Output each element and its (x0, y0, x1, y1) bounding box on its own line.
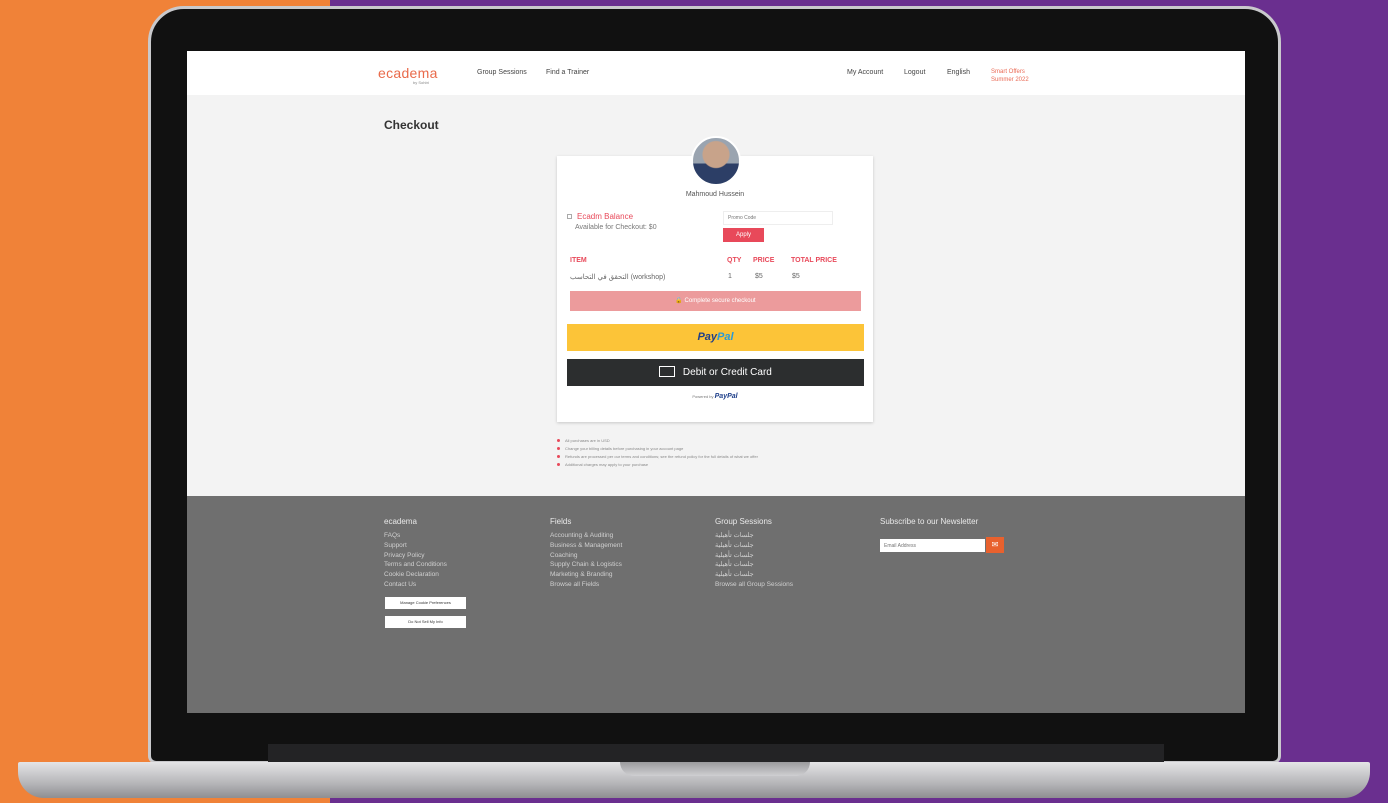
send-icon: ✉ (991, 540, 999, 549)
footer-link[interactable]: جلسات تأهيلية (715, 551, 793, 561)
credit-title: Ecadm Balance (577, 212, 634, 221)
footer-link-faqs[interactable]: FAQs (384, 531, 447, 541)
powered-by-paypal: Powered by PayPal (557, 393, 873, 400)
paypal-logo-pal: Pal (717, 331, 734, 343)
trainer-name[interactable]: Mahmoud Hussein (557, 191, 873, 198)
laptop-notch (620, 762, 810, 776)
site-logo[interactable]: ecadema (378, 65, 438, 81)
promo-line-1: Smart Offers (991, 69, 1025, 75)
promo-line-2: Summer 2022 (991, 77, 1029, 83)
footer-link[interactable]: جلسات تأهيلية (715, 531, 793, 541)
footer-link-contact[interactable]: Contact Us (384, 580, 447, 590)
apply-button[interactable]: Apply (723, 228, 764, 242)
complete-checkout-button[interactable]: 🔒 Complete secure checkout (570, 291, 861, 311)
footer-col-fields: Fields Accounting & Auditing Business & … (550, 517, 622, 590)
do-not-sell-button[interactable]: Do Not Sell My Info (385, 616, 466, 628)
top-navbar: ecadema by Sohbt Group Sessions Find a T… (187, 51, 1245, 95)
footer-link[interactable]: Coaching (550, 551, 622, 561)
powered-by-brand: PayPal (714, 393, 738, 400)
footer-link[interactable]: Browse all Fields (550, 580, 622, 590)
footer-col-group-sessions: Group Sessions جلسات تأهيلية جلسات تأهيل… (715, 517, 793, 590)
logo-subtitle: by Sohbt (413, 80, 429, 85)
note-item: Change your billing details before purch… (557, 445, 877, 453)
powered-by-label: Powered by (692, 394, 714, 399)
table-header-qty: QTY (727, 257, 742, 264)
footer-link[interactable]: جلسات تأهيلية (715, 570, 793, 580)
table-cell-qty: 1 (728, 273, 732, 280)
note-item: Additional charges may apply to your pur… (557, 461, 877, 469)
nav-promo[interactable]: Smart Offers Summer 2022 (991, 68, 1029, 84)
promo-code-input[interactable] (723, 211, 833, 225)
table-cell-total: $5 (792, 273, 800, 280)
footer-col-newsletter: Subscribe to our Newsletter (880, 517, 978, 531)
paypal-button[interactable]: PayPal (567, 324, 864, 351)
table-header-item: ITEM (570, 257, 587, 264)
newsletter-submit-button[interactable]: ✉ (986, 537, 1004, 553)
footer-heading: Group Sessions (715, 517, 772, 526)
checkout-notes: All purchases are in USD Change your bil… (557, 437, 877, 469)
nav-language[interactable]: English (947, 69, 970, 76)
debit-credit-card-label: Debit or Credit Card (682, 367, 772, 378)
debit-credit-card-button[interactable]: Debit or Credit Card (567, 359, 864, 386)
footer-link[interactable]: Browse all Group Sessions (715, 580, 793, 590)
note-item: Refunds are processed per our terms and … (557, 453, 877, 461)
footer-link-privacy[interactable]: Privacy Policy (384, 551, 447, 561)
footer-heading: ecadema (384, 517, 417, 526)
note-item: All purchases are in USD (557, 437, 877, 445)
footer-link[interactable]: جلسات تأهيلية (715, 560, 793, 570)
footer-link[interactable]: Accounting & Auditing (550, 531, 622, 541)
laptop-hinge (268, 744, 1164, 762)
footer-link-terms[interactable]: Terms and Conditions (384, 560, 447, 570)
footer-link-cookies[interactable]: Cookie Declaration (384, 570, 447, 580)
credit-checkbox[interactable] (567, 214, 572, 219)
footer-heading: Fields (550, 517, 572, 526)
site-footer: ecadema FAQs Support Privacy Policy Term… (187, 496, 1245, 713)
nav-logout[interactable]: Logout (904, 69, 925, 76)
credit-card-icon (659, 365, 676, 377)
nav-group-sessions[interactable]: Group Sessions (477, 69, 527, 76)
footer-link[interactable]: Business & Management (550, 541, 622, 551)
nav-my-account[interactable]: My Account (847, 69, 883, 76)
complete-checkout-label: Complete secure checkout (684, 298, 756, 304)
lock-icon: 🔒 (675, 298, 683, 304)
trainer-avatar (691, 136, 741, 186)
laptop-screen: ecadema by Sohbt Group Sessions Find a T… (187, 51, 1245, 713)
table-header-price: PRICE (753, 257, 775, 264)
page-title: Checkout (384, 118, 439, 132)
footer-link-support[interactable]: Support (384, 541, 447, 551)
table-header-total: TOTAL PRICE (791, 257, 837, 264)
manage-cookie-button[interactable]: Manage Cookie Preferences (385, 597, 466, 609)
table-cell-item: التحقق في التحاسب (workshop) (570, 274, 666, 281)
credit-available: Available for Checkout: $0 (575, 224, 657, 231)
footer-col-ecadema: ecadema FAQs Support Privacy Policy Term… (384, 517, 447, 590)
footer-link[interactable]: Marketing & Branding (550, 570, 622, 580)
footer-link[interactable]: جلسات تأهيلية (715, 541, 793, 551)
nav-find-trainer[interactable]: Find a Trainer (546, 69, 589, 76)
footer-link[interactable]: Supply Chain & Logistics (550, 560, 622, 570)
table-cell-price: $5 (755, 273, 763, 280)
paypal-logo-pay: Pay (697, 331, 718, 343)
newsletter-email-input[interactable] (880, 539, 985, 552)
footer-heading: Subscribe to our Newsletter (880, 517, 979, 526)
